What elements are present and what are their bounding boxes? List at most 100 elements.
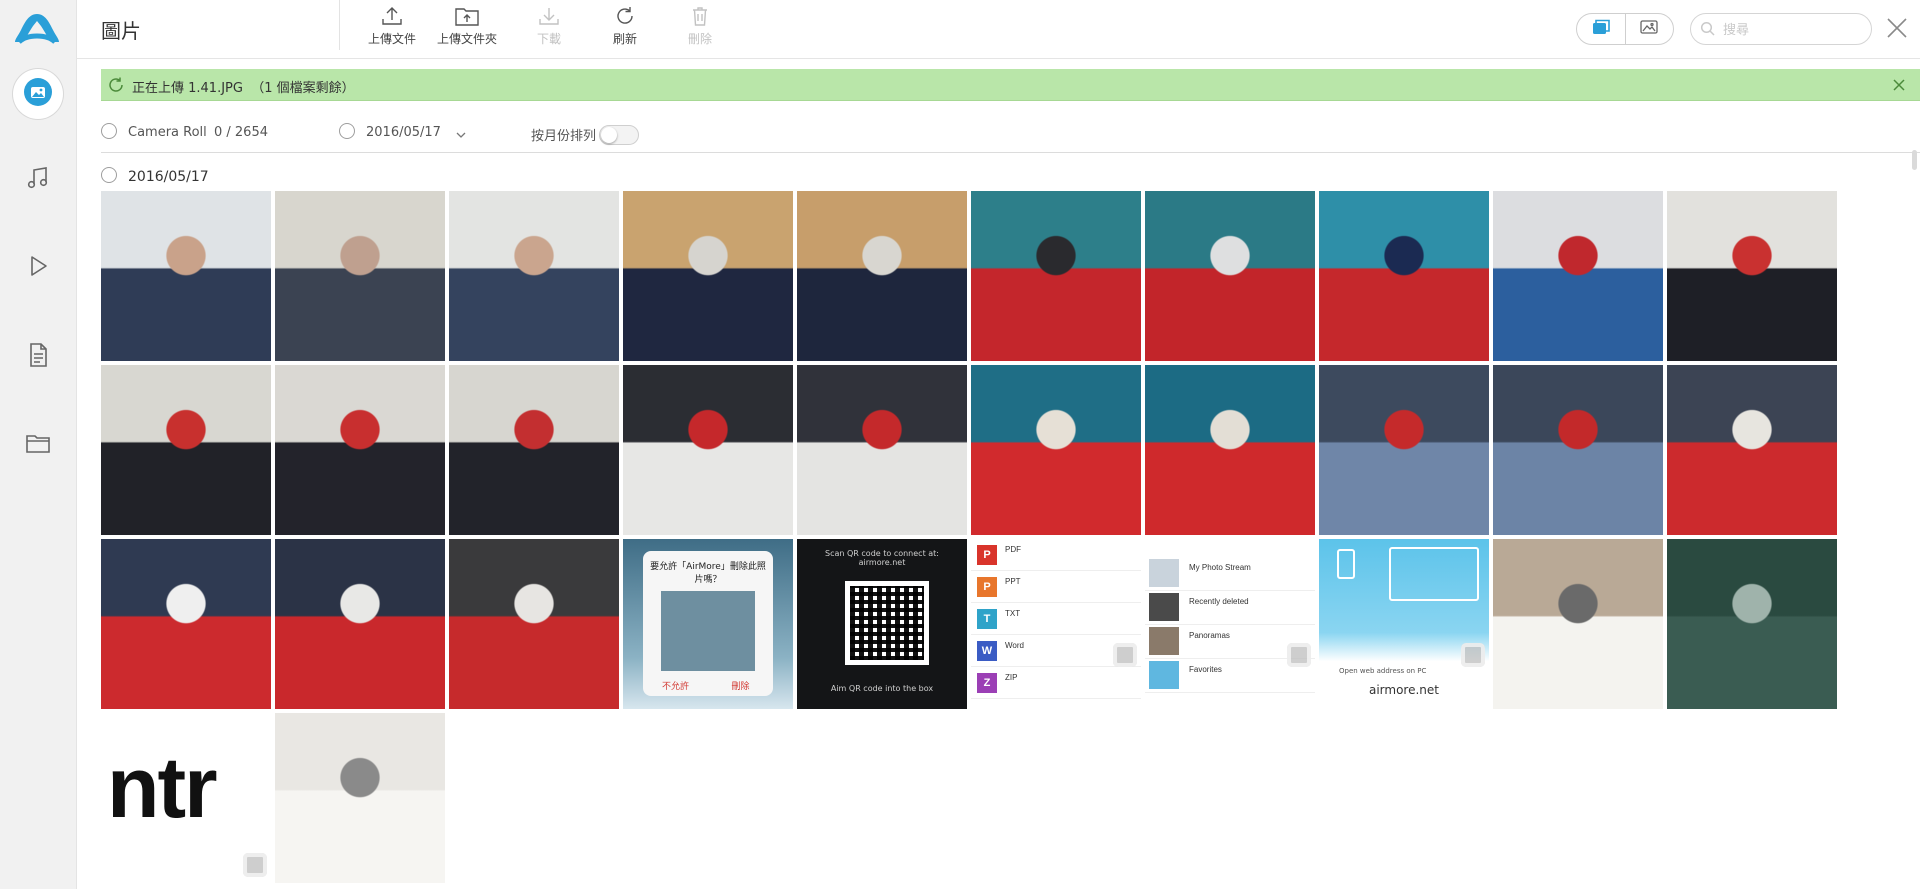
photo-thumbnail[interactable] bbox=[275, 365, 445, 535]
nav-rail bbox=[0, 0, 77, 889]
thumb-text: Scan QR code to connect at: airmore.net bbox=[825, 549, 939, 567]
photo-thumbnail[interactable] bbox=[101, 191, 271, 361]
list-row-label: ZIP bbox=[1005, 673, 1018, 682]
photo-thumbnail[interactable] bbox=[1319, 365, 1489, 535]
filter-bar: Camera Roll 0 / 2654 2016/05/17 按月份排列 bbox=[101, 120, 1920, 153]
page-title: 圖片 bbox=[101, 19, 141, 43]
photo-thumbnail[interactable] bbox=[1493, 191, 1663, 361]
photo-thumbnail[interactable] bbox=[623, 365, 793, 535]
photo-thumbnail[interactable] bbox=[971, 191, 1141, 361]
delete-button[interactable]: 刪除 bbox=[660, 5, 740, 47]
delete-label: 刪除 bbox=[687, 32, 712, 46]
nav-videos[interactable] bbox=[13, 243, 63, 293]
photo-thumbnail[interactable] bbox=[1667, 191, 1837, 361]
upload-file-label: 上傳文件 bbox=[367, 32, 416, 46]
list-row: P PDF bbox=[971, 539, 1141, 571]
photo-thumbnail[interactable] bbox=[1319, 191, 1489, 361]
dialog-image bbox=[661, 591, 755, 671]
live-photo-badge-icon bbox=[243, 853, 267, 877]
photo-thumbnail[interactable] bbox=[449, 191, 619, 361]
photos-icon bbox=[23, 77, 53, 112]
album-cover bbox=[1149, 559, 1179, 587]
list-row: Z ZIP bbox=[971, 667, 1141, 699]
photo-thumbnail[interactable] bbox=[971, 365, 1141, 535]
nav-documents[interactable] bbox=[13, 332, 63, 382]
file-type-icon: T bbox=[977, 609, 997, 629]
photo-thumbnail[interactable] bbox=[623, 191, 793, 361]
header-divider bbox=[339, 0, 340, 50]
view-phone-button[interactable] bbox=[1577, 14, 1626, 44]
photo-thumbnail[interactable] bbox=[797, 191, 967, 361]
photo-thumbnail[interactable] bbox=[1145, 191, 1315, 361]
upload-status-banner: 正在上傳 1.41.JPG （1 個檔案剩餘） bbox=[101, 69, 1920, 101]
list-row: P PPT bbox=[971, 571, 1141, 603]
music-icon bbox=[25, 165, 51, 196]
close-icon bbox=[1884, 18, 1910, 45]
album-row: My Photo Stream bbox=[1145, 557, 1315, 591]
photo-thumbnail[interactable] bbox=[275, 191, 445, 361]
download-label: 下載 bbox=[536, 32, 561, 46]
phone-icon bbox=[1337, 549, 1355, 579]
photo-thumbnail[interactable] bbox=[1493, 365, 1663, 535]
laptop-icon bbox=[1389, 547, 1479, 601]
photo-thumbnail[interactable] bbox=[1145, 365, 1315, 535]
close-button[interactable] bbox=[1884, 15, 1910, 41]
album-row-label: Recently deleted bbox=[1189, 597, 1249, 606]
live-photo-badge-icon bbox=[1461, 643, 1485, 667]
qr-code-icon bbox=[845, 581, 929, 665]
nav-photos[interactable] bbox=[13, 69, 63, 119]
download-button[interactable]: 下載 bbox=[509, 5, 589, 47]
view-mode-switch bbox=[1576, 13, 1674, 45]
photo-thumbnail[interactable] bbox=[449, 365, 619, 535]
photo-thumbnail[interactable] bbox=[101, 539, 271, 709]
upload-folder-label: 上傳文件夾 bbox=[436, 32, 497, 46]
photo-thumbnail[interactable] bbox=[101, 365, 271, 535]
select-group-radio[interactable] bbox=[101, 167, 117, 183]
upload-file-icon bbox=[352, 5, 432, 27]
photo-thumbnail[interactable] bbox=[1667, 539, 1837, 709]
photo-thumbnail[interactable]: Open web address on PC airmore.net bbox=[1319, 539, 1489, 709]
photo-thumbnail[interactable] bbox=[449, 539, 619, 709]
photo-thumbnail[interactable]: 要允許「AirMore」刪除此照片嗎？ 不允許 刪除 bbox=[623, 539, 793, 709]
select-date-radio[interactable] bbox=[339, 123, 355, 139]
airmore-logo-icon[interactable] bbox=[13, 12, 61, 46]
photo-grid: 要允許「AirMore」刪除此照片嗎？ 不允許 刪除 Scan QR code to … bbox=[101, 191, 1841, 883]
gallery-view-icon bbox=[1639, 18, 1659, 41]
photo-thumbnail[interactable] bbox=[1667, 365, 1837, 535]
refresh-button[interactable]: 刷新 bbox=[585, 5, 665, 47]
date-filter-value[interactable]: 2016/05/17 bbox=[366, 125, 441, 140]
live-photo-badge-icon bbox=[1287, 643, 1311, 667]
album-name: Camera Roll bbox=[128, 125, 207, 140]
album-row-label: Favorites bbox=[1189, 665, 1222, 674]
nav-music[interactable] bbox=[13, 155, 63, 205]
thumb-text: 刪除 bbox=[731, 682, 750, 692]
photo-thumbnail[interactable] bbox=[1493, 539, 1663, 709]
scrollbar-thumb[interactable] bbox=[1912, 150, 1917, 170]
photo-thumbnail[interactable]: Scan QR code to connect at: airmore.net A… bbox=[797, 539, 967, 709]
group-date-label: 2016/05/17 bbox=[128, 169, 209, 185]
dismiss-banner-button[interactable] bbox=[1892, 78, 1906, 97]
photo-thumbnail[interactable] bbox=[275, 539, 445, 709]
sort-by-month-toggle[interactable] bbox=[599, 125, 639, 145]
album-row-label: Panoramas bbox=[1189, 631, 1230, 640]
nav-files[interactable] bbox=[13, 420, 63, 470]
upload-folder-button[interactable]: 上傳文件夾 bbox=[427, 5, 507, 47]
header-bar: 圖片 上傳文件 上傳文件夾 下載 刷新 刪除 搜尋 bbox=[76, 0, 1920, 59]
chevron-down-icon[interactable] bbox=[455, 127, 467, 145]
photo-thumbnail[interactable] bbox=[275, 713, 445, 883]
view-gallery-button[interactable] bbox=[1625, 14, 1673, 44]
photo-thumbnail[interactable]: P PDF P PPT T TXT W Word Z ZIP bbox=[971, 539, 1141, 709]
photo-thumbnail[interactable]: My Photo Stream Recently deleted Panoramas… bbox=[1145, 539, 1315, 709]
album-row: Recently deleted bbox=[1145, 591, 1315, 625]
list-row-label: TXT bbox=[1005, 609, 1021, 618]
photo-thumbnail[interactable]: ntr bbox=[101, 713, 271, 883]
select-all-radio[interactable] bbox=[101, 123, 117, 139]
search-input[interactable] bbox=[1721, 19, 1865, 41]
thumb-text: 不允許 bbox=[661, 682, 689, 692]
upload-folder-icon bbox=[427, 5, 507, 27]
files-folder-icon bbox=[25, 432, 51, 459]
file-type-icon: P bbox=[977, 545, 997, 565]
photo-thumbnail[interactable] bbox=[797, 365, 967, 535]
album-row-label: My Photo Stream bbox=[1189, 563, 1251, 572]
upload-file-button[interactable]: 上傳文件 bbox=[352, 5, 432, 47]
